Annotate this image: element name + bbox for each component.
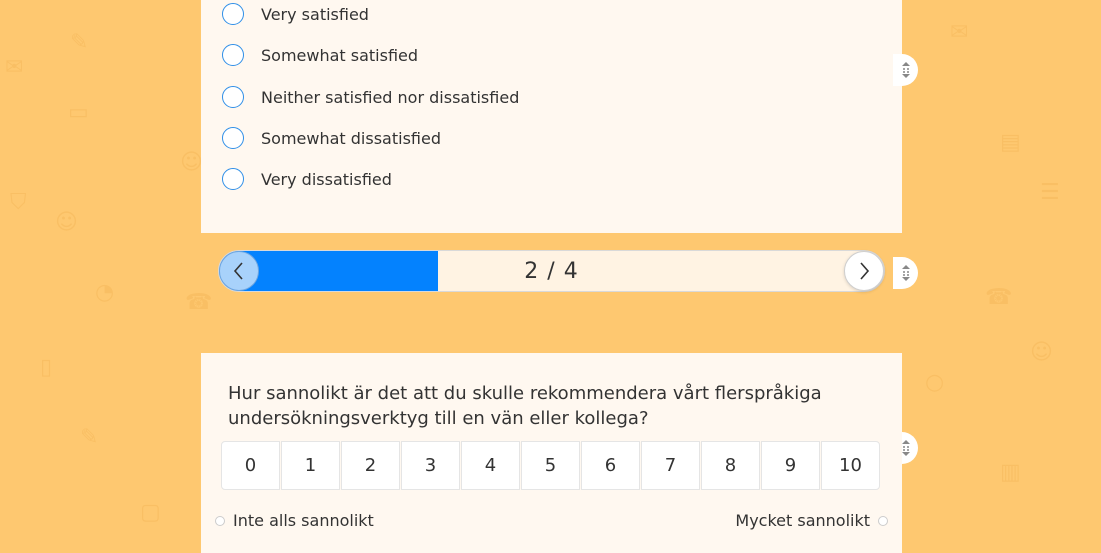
radio-option-label: Very dissatisfied xyxy=(261,169,392,189)
scale-high-text: Mycket sannolikt xyxy=(735,511,870,530)
scale-option[interactable]: 10 xyxy=(821,441,880,490)
background-circle-icon: ○ xyxy=(925,370,945,395)
background-mail-icon: ✉ xyxy=(5,55,24,80)
radio-option-label: Neither satisfied nor dissatisfied xyxy=(261,87,520,107)
scale-option[interactable]: 2 xyxy=(341,441,400,490)
previous-page-button[interactable] xyxy=(219,251,259,291)
scale-high-dot xyxy=(878,515,888,526)
question-card-satisfaction: Very satisfied Somewhat satisfied Neithe… xyxy=(201,0,902,233)
radio-button[interactable] xyxy=(222,44,244,66)
background-smiley-icon: ☺ xyxy=(1030,340,1053,365)
drag-handle[interactable] xyxy=(893,257,918,289)
drag-handle-icon xyxy=(901,62,910,78)
nps-scale: 0 1 2 3 4 5 6 7 8 9 10 xyxy=(221,441,881,490)
drag-handle-icon xyxy=(901,265,910,281)
background-pencil-icon: ✎ xyxy=(70,30,89,55)
scale-low-label: Inte alls sannolikt xyxy=(215,511,374,530)
radio-option-label: Somewhat dissatisfied xyxy=(261,128,441,148)
radio-option[interactable]: Somewhat dissatisfied xyxy=(222,123,441,153)
background-shield-icon: ⛉ xyxy=(10,190,27,215)
chevron-right-icon xyxy=(860,262,870,280)
scale-option[interactable]: 4 xyxy=(461,441,520,490)
radio-button[interactable] xyxy=(222,127,244,149)
scale-low-dot xyxy=(215,515,225,526)
radio-option-label: Somewhat satisfied xyxy=(261,45,419,65)
radio-option[interactable]: Somewhat satisfied xyxy=(222,40,418,70)
radio-option[interactable]: Very dissatisfied xyxy=(222,164,392,194)
scale-option[interactable]: 0 xyxy=(221,441,280,490)
background-phone-icon: ☎ xyxy=(185,290,213,315)
background-letter-a-icon: ◔ xyxy=(95,280,115,305)
scale-low-text: Inte alls sannolikt xyxy=(233,511,374,530)
scale-option[interactable]: 7 xyxy=(641,441,700,490)
progress-text: 2 / 4 xyxy=(524,258,579,284)
chevron-left-icon xyxy=(233,262,243,280)
drag-handle[interactable] xyxy=(893,54,918,86)
radio-option[interactable]: Very satisfied xyxy=(222,0,369,29)
radio-button[interactable] xyxy=(222,86,244,108)
scale-option[interactable]: 1 xyxy=(281,441,340,490)
background-card-icon: ▭ xyxy=(68,100,89,125)
radio-button[interactable] xyxy=(222,168,244,190)
background-smiley-icon: ☺ xyxy=(55,210,78,235)
scale-high-label: Mycket sannolikt xyxy=(735,511,888,530)
radio-option-label: Very satisfied xyxy=(261,4,369,24)
background-chart-icon: ▥ xyxy=(1000,460,1021,485)
next-page-button[interactable] xyxy=(844,251,884,291)
background-list-icon: ☰ xyxy=(1040,180,1060,205)
radio-button[interactable] xyxy=(222,3,244,25)
question-text: Hur sannolikt är det att du skulle rekom… xyxy=(228,383,822,429)
radio-option[interactable]: Neither satisfied nor dissatisfied xyxy=(222,82,519,112)
progress-bar: 2 / 4 xyxy=(218,250,885,292)
scale-option[interactable]: 9 xyxy=(761,441,820,490)
question-card-nps: Hur sannolikt är det att du skulle rekom… xyxy=(201,353,902,553)
scale-option[interactable]: 6 xyxy=(581,441,640,490)
background-tablet-icon: ▯ xyxy=(40,355,53,380)
scale-option[interactable]: 8 xyxy=(701,441,760,490)
scale-option[interactable]: 5 xyxy=(521,441,580,490)
background-chat-icon: ✉ xyxy=(950,20,969,45)
background-clipboard-icon: ▤ xyxy=(1000,130,1021,155)
background-hi-icon: ☺ xyxy=(180,150,203,175)
scale-option[interactable]: 3 xyxy=(401,441,460,490)
background-phone-icon: ☎ xyxy=(985,285,1013,310)
background-brush-icon: ✎ xyxy=(80,425,99,450)
background-box-icon: ▢ xyxy=(140,500,161,525)
